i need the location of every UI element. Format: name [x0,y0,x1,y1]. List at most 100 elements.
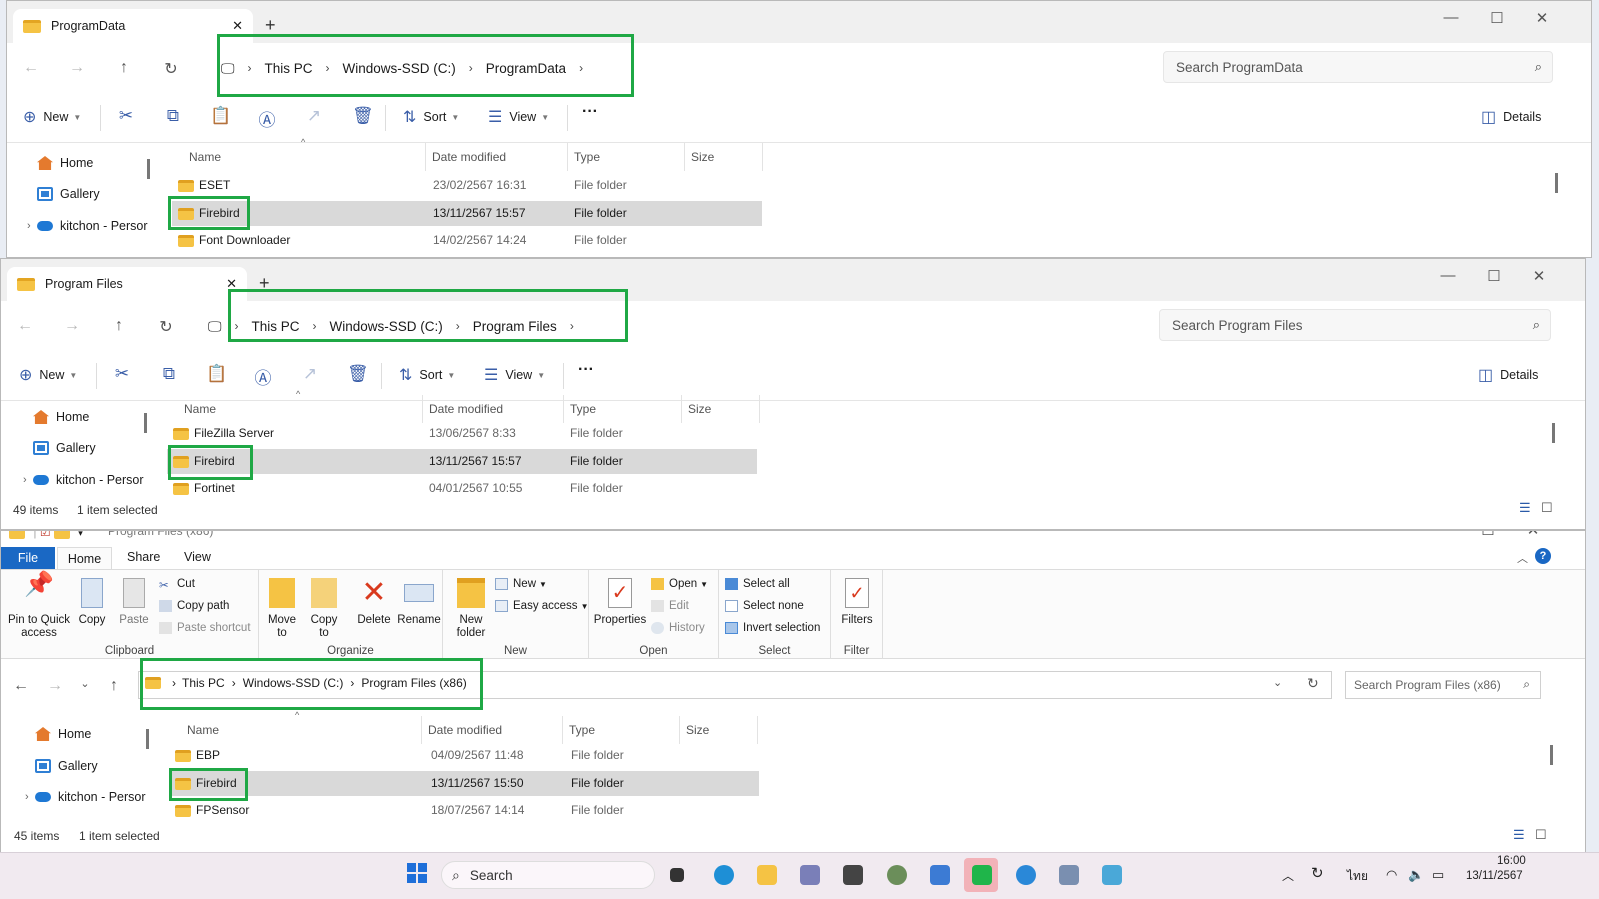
column-date[interactable]: Date modified [422,716,563,744]
tab-programdata[interactable]: ProgramData ✕ [13,9,253,43]
filters-button[interactable]: ✓ Filters [837,578,877,627]
address-bar[interactable]: › This PC › Windows-SSD (C:) › Program F… [138,671,1332,699]
help-icon[interactable]: ? [1535,548,1551,564]
details-button[interactable]: ◫ Details [1478,365,1538,385]
paste-shortcut-button[interactable]: Paste shortcut [159,622,251,634]
minimize-button[interactable]: — [1438,267,1458,284]
volume-icon[interactable]: 🔈 [1408,867,1424,883]
cut-icon[interactable]: ✂ [116,106,136,126]
breadcrumb[interactable]: 🖵 › This PC › Windows-SSD (C:) › Program… [212,51,587,85]
table-row[interactable]: FileZilla Server 13/06/2567 8:33 File fo… [167,421,757,446]
easy-access-button[interactable]: Easy access ▼ [495,600,588,612]
maximize-button[interactable]: ☐ [1484,267,1504,285]
table-row[interactable]: EBP 04/09/2567 11:48 File folder [169,743,759,768]
copy-icon[interactable]: ⧉ [163,106,183,126]
crumb-programdata[interactable]: ProgramData [486,61,566,76]
sidebar-item-gallery[interactable]: Gallery [35,759,98,773]
rename-icon[interactable]: Ⓐ [257,106,277,131]
close-window-button[interactable]: ✕ [1523,531,1543,539]
forward-icon[interactable]: → [62,317,82,335]
file-explorer-icon[interactable] [757,865,777,885]
forward-icon[interactable]: → [45,677,65,695]
view-button[interactable]: ☰ View ▼ [488,107,549,127]
sidebar-item-home[interactable]: Home [37,156,93,170]
content-scrollbar[interactable] [1555,173,1558,193]
column-type[interactable]: Type [564,395,682,423]
refresh-icon[interactable]: ↻ [161,59,181,79]
chevron-up-icon[interactable]: ︿ [1282,867,1294,884]
properties-button[interactable]: ✓ Properties [593,578,647,627]
close-tab-icon[interactable]: ✕ [232,18,243,34]
column-size[interactable]: Size [680,716,758,744]
sidebar-item-onedrive[interactable]: › kitchon - Persor [27,219,148,233]
pin-quick-access-button[interactable]: 📌 Pin to Quick access [7,573,71,640]
up-icon[interactable]: ↑ [109,317,129,335]
column-size[interactable]: Size [682,395,760,423]
delete-button[interactable]: ✕ Delete [353,578,395,627]
minimize-button[interactable]: — [1433,531,1453,538]
tab-home[interactable]: Home [57,547,112,570]
column-size[interactable]: Size [685,143,763,171]
terminal-icon[interactable] [843,865,863,885]
details-view-icon[interactable]: ☰ [1513,827,1525,843]
rename-icon[interactable]: Ⓐ [253,364,273,389]
new-tab-button[interactable]: + [259,273,270,294]
app-icon[interactable] [930,865,950,885]
search-input[interactable]: Search ProgramData ⌕ [1163,51,1553,83]
sidebar-scrollbar[interactable] [144,413,147,433]
edge-icon[interactable] [714,865,734,885]
crumb-this-pc[interactable]: This PC [252,319,300,334]
search-input[interactable]: Search Program Files ⌕ [1159,309,1551,341]
column-date[interactable]: Date modified [426,143,568,171]
forward-icon[interactable]: → [67,59,87,77]
tab-view[interactable]: View [184,550,211,564]
table-row-selected[interactable]: Firebird 13/11/2567 15:50 File folder [169,771,759,796]
tiles-view-icon[interactable]: ☐ [1541,500,1553,516]
app-icon[interactable] [1059,865,1079,885]
app-icon[interactable] [1102,865,1122,885]
maximize-button[interactable]: ☐ [1478,531,1498,539]
sidebar-item-gallery[interactable]: Gallery [37,187,100,201]
up-icon[interactable]: ↑ [104,677,124,695]
invert-selection-button[interactable]: Invert selection [725,622,820,634]
sidebar-item-onedrive[interactable]: › kitchon - Persor [23,473,144,487]
delete-icon[interactable]: 🗑 [352,106,374,126]
taskbar-search[interactable]: ⌕ Search [441,861,655,889]
tiles-view-icon[interactable]: ☐ [1535,827,1547,843]
app-icon[interactable] [887,865,907,885]
customize-toolbar-icon[interactable]: ▾ [78,531,83,538]
chevron-right-icon[interactable]: › [23,474,27,486]
paste-icon[interactable]: 📋 [210,106,231,126]
cut-button[interactable]: ✂ Cut [159,578,195,592]
crumb-this-pc[interactable]: This PC [182,676,225,690]
copy-path-button[interactable]: Copy path [159,600,229,612]
battery-icon[interactable]: ▭ [1432,867,1444,883]
tab-share[interactable]: Share [127,550,160,564]
new-button[interactable]: ⊕ New ▼ [23,107,81,127]
table-row-selected[interactable]: Firebird 13/11/2567 15:57 File folder [172,201,762,226]
cut-icon[interactable]: ✂ [112,364,132,384]
new-tab-button[interactable]: + [265,15,276,36]
column-name[interactable]: Name [183,143,426,171]
rename-button[interactable]: Rename [397,578,441,627]
up-icon[interactable]: ↑ [114,59,134,77]
more-options-button[interactable]: ··· [582,103,598,121]
column-name[interactable]: Name [181,716,422,744]
share-icon[interactable]: ↗ [304,106,324,126]
search-input[interactable]: Search Program Files (x86) ⌕ [1345,671,1541,699]
properties-check-icon[interactable]: ☑ [40,531,51,539]
tab-program-files[interactable]: Program Files ✕ [7,267,247,301]
more-options-button[interactable]: ··· [578,361,594,379]
address-dropdown-icon[interactable]: ⌄ [1273,676,1282,689]
table-row[interactable]: Fortinet 04/01/2567 10:55 File folder [167,476,757,501]
sidebar-item-home[interactable]: Home [33,410,89,424]
sidebar-item-gallery[interactable]: Gallery [33,441,96,455]
recent-locations-icon[interactable]: ⌄ [75,677,95,690]
task-view-icon[interactable] [670,868,684,882]
chevron-right-icon[interactable]: › [25,791,29,803]
sidebar-scrollbar[interactable] [147,159,150,179]
edit-button[interactable]: Edit [651,600,689,612]
app-icon[interactable] [800,865,820,885]
new-button[interactable]: ⊕ New ▼ [19,365,77,385]
windows-start-icon[interactable] [407,863,427,883]
